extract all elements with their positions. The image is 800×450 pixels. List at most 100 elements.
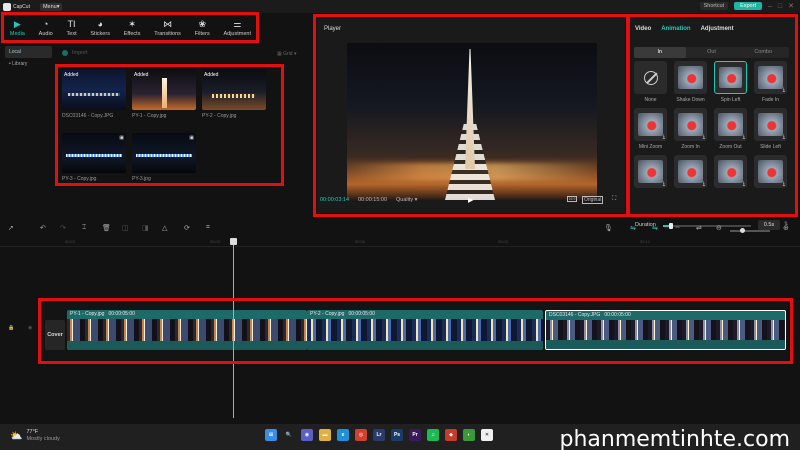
timeline-clip[interactable]: PY-1 - Copy.jpg 00:00:05:00 [67, 310, 307, 350]
timeline-ruler[interactable]: 00:00 00:03 00:06 00:09 00:12 [0, 238, 800, 247]
animation-thumbnail[interactable]: ⤓ [714, 108, 747, 141]
premiere-icon[interactable]: Pr [409, 429, 421, 441]
play-button[interactable]: ▶ [468, 196, 473, 204]
edge-icon[interactable]: e [337, 429, 349, 441]
animation-preset[interactable]: Spin Left [714, 61, 747, 103]
snap-icon[interactable]: ⇔ [674, 224, 681, 231]
animation-thumbnail[interactable]: ⤓ [754, 155, 787, 188]
reverse-icon[interactable]: ◨ [142, 224, 149, 232]
video-preview[interactable] [347, 43, 597, 200]
animation-thumbnail[interactable]: ⤓ [714, 155, 747, 188]
animation-thumbnail[interactable] [634, 61, 667, 94]
timeline-clip[interactable]: PY-2 - Copy.jpg 00:00:05:00 [307, 310, 543, 350]
animation-thumbnail[interactable]: ⤓ [754, 108, 787, 141]
tool-stickers[interactable]: ◕ Stickers [90, 19, 110, 37]
media-thumbnail[interactable]: Added [202, 70, 266, 110]
animation-preset[interactable]: ⤓ [714, 155, 747, 188]
lock-track-icon[interactable]: 🔒 [8, 325, 14, 331]
media-item[interactable]: Added PY-2 - Copy.jpg [202, 70, 266, 119]
zoom-slider[interactable] [730, 228, 770, 233]
export-button[interactable]: Export [734, 2, 762, 10]
tool-adjustment[interactable]: ⚌ Adjustment [223, 19, 251, 37]
view-mode-dropdown[interactable]: ▦ Grid ▾ [277, 51, 296, 57]
animation-preset[interactable]: ⤓ [674, 155, 707, 188]
freeze-icon[interactable]: ◫ [122, 224, 129, 232]
tab-animation[interactable]: Animation [661, 26, 690, 32]
animation-preset[interactable]: ⤓ [634, 155, 667, 188]
tool-filters[interactable]: ❀ Filters [195, 19, 210, 37]
subtab-in[interactable]: In [634, 47, 686, 58]
media-thumbnail[interactable]: Added [62, 70, 126, 110]
zoom-out-icon[interactable]: ⊖ [716, 224, 722, 232]
animation-preset[interactable]: None [634, 61, 667, 103]
chrome-icon[interactable]: ◎ [355, 429, 367, 441]
tool-audio[interactable]: ◔ Audio [39, 19, 53, 37]
animation-preset[interactable]: ⤓ Zoom In [674, 108, 707, 150]
animation-preset[interactable]: ⤓ Fade In [754, 61, 787, 103]
redo-icon[interactable]: ↷ [60, 224, 66, 232]
download-icon[interactable]: ⤓ [663, 134, 665, 140]
chat-icon[interactable]: ◉ [301, 429, 313, 441]
lightroom-icon[interactable]: Lr [373, 429, 385, 441]
mirror-icon[interactable]: △ [162, 224, 167, 232]
capcut-icon[interactable]: ✕ [481, 429, 493, 441]
subtab-combo[interactable]: Combo [737, 47, 789, 58]
fullscreen-icon[interactable]: ⛶ [612, 196, 616, 203]
zoom-knob[interactable] [740, 228, 745, 233]
preview-axis-icon[interactable]: ⇌ [696, 224, 702, 232]
select-tool-icon[interactable]: ➚ [8, 224, 14, 232]
download-icon[interactable]: ⤓ [783, 181, 785, 187]
animation-preset[interactable]: ⤓ Zoom Out [714, 108, 747, 150]
playhead[interactable] [230, 238, 237, 418]
rotate-icon[interactable]: ⟳ [184, 224, 190, 232]
undo-icon[interactable]: ↶ [40, 224, 46, 232]
sidebar-item[interactable]: Local [5, 46, 52, 58]
animation-thumbnail[interactable] [674, 61, 707, 94]
tab-video[interactable]: Video [635, 26, 651, 32]
media-item[interactable]: Added PY-1 - Copy.jpg [132, 70, 196, 119]
delete-icon[interactable]: 🗑 [102, 224, 111, 232]
import-button[interactable]: Import [62, 50, 88, 56]
download-icon[interactable]: ⤓ [703, 134, 705, 140]
magnet-icon[interactable]: ⇋ [652, 224, 658, 232]
cover-button[interactable]: Cover [45, 320, 65, 350]
weather-widget[interactable]: ⛅ 77°F Mostly cloudy [10, 429, 60, 443]
download-icon[interactable]: ⤓ [783, 134, 785, 140]
photoshop-icon[interactable]: Ps [391, 429, 403, 441]
app-red-icon[interactable]: ◆ [445, 429, 457, 441]
tab-adjustment[interactable]: Adjustment [701, 26, 734, 32]
link-icon[interactable]: ⇋ [630, 224, 636, 232]
spotify-icon[interactable]: ♫ [427, 429, 439, 441]
maximize-icon[interactable]: □ [778, 3, 782, 10]
quality-dropdown[interactable]: Quality ▾ [396, 197, 417, 203]
download-icon[interactable]: ⤓ [663, 181, 665, 187]
app-green-icon[interactable]: ◐ [463, 429, 475, 441]
aspect-ratio-button[interactable]: 16:9 [567, 196, 577, 202]
download-icon[interactable]: ⤓ [743, 134, 745, 140]
crop-icon[interactable]: ⌗ [206, 224, 210, 232]
windows-start-icon[interactable]: ⊞ [265, 429, 277, 441]
timeline-clip[interactable]: DSC03146 - Copy.JPG 00:00:05:00 [545, 310, 786, 350]
download-icon[interactable]: ⤓ [703, 181, 705, 187]
sidebar-item[interactable]: • Library [5, 58, 52, 70]
animation-thumbnail[interactable]: ⤓ [634, 155, 667, 188]
split-icon[interactable]: ⌶ [82, 224, 86, 232]
media-item[interactable]: Added DSC03146 - Copy.JPG [62, 70, 126, 119]
zoom-fit-icon[interactable]: ⊕ [783, 224, 789, 232]
animation-thumbnail[interactable]: ⤓ [674, 108, 707, 141]
menu-button[interactable]: Menu▾ [39, 2, 63, 11]
download-icon[interactable]: ⤓ [743, 181, 745, 187]
animation-preset[interactable]: ⤓ Slide Left [754, 108, 787, 150]
minimize-icon[interactable]: – [768, 3, 772, 10]
tool-effects[interactable]: ✶ Effects [124, 19, 141, 37]
animation-thumbnail[interactable]: ⤓ [754, 61, 787, 94]
toggle-track-icon[interactable]: ◉ [28, 325, 32, 331]
animation-preset[interactable]: ⤓ Mini Zoom [634, 108, 667, 150]
tool-media[interactable]: ▶ Media [10, 19, 25, 37]
search-icon[interactable]: 🔍 [283, 429, 295, 441]
animation-thumbnail[interactable] [714, 61, 747, 94]
media-thumbnail[interactable]: Added [132, 70, 196, 110]
animation-thumbnail[interactable]: ⤓ [634, 108, 667, 141]
close-icon[interactable]: ✕ [788, 2, 794, 10]
media-item[interactable]: ▣ PY-3.jpg [132, 133, 196, 182]
